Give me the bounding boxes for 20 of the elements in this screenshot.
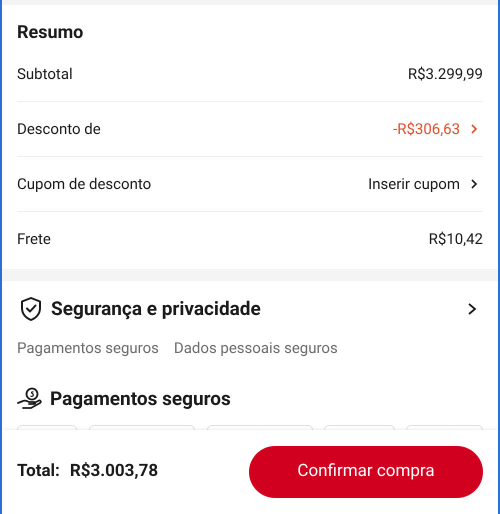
summary-label: Subtotal — [17, 64, 73, 85]
shield-check-icon — [19, 296, 43, 322]
security-title: Segurança e privacidade — [51, 296, 261, 322]
summary-value: R$10,42 — [428, 229, 483, 250]
summary-value: R$3.299,99 — [408, 64, 483, 85]
chevron-right-icon[interactable] — [467, 302, 477, 316]
chevron-right-icon[interactable] — [470, 178, 478, 190]
security-tag: Dados pessoais seguros — [174, 336, 338, 360]
confirm-purchase-button[interactable]: Confirmar compra — [249, 446, 483, 498]
security-tag: Pagamentos seguros — [17, 336, 159, 360]
total-value: R$3.003,78 — [70, 460, 158, 484]
summary-label: Frete — [17, 229, 51, 250]
payments-title: Pagamentos seguros — [50, 386, 231, 412]
total-label: Total: — [17, 460, 60, 484]
summary-title: Resumo — [17, 21, 84, 45]
discount-value[interactable]: -R$306,63 — [393, 118, 460, 140]
summary-label: Desconto de — [17, 118, 101, 140]
hand-coin-icon — [17, 387, 43, 411]
summary-label: Cupom de desconto — [17, 174, 152, 195]
coupon-link[interactable]: Inserir cupom — [368, 172, 460, 196]
